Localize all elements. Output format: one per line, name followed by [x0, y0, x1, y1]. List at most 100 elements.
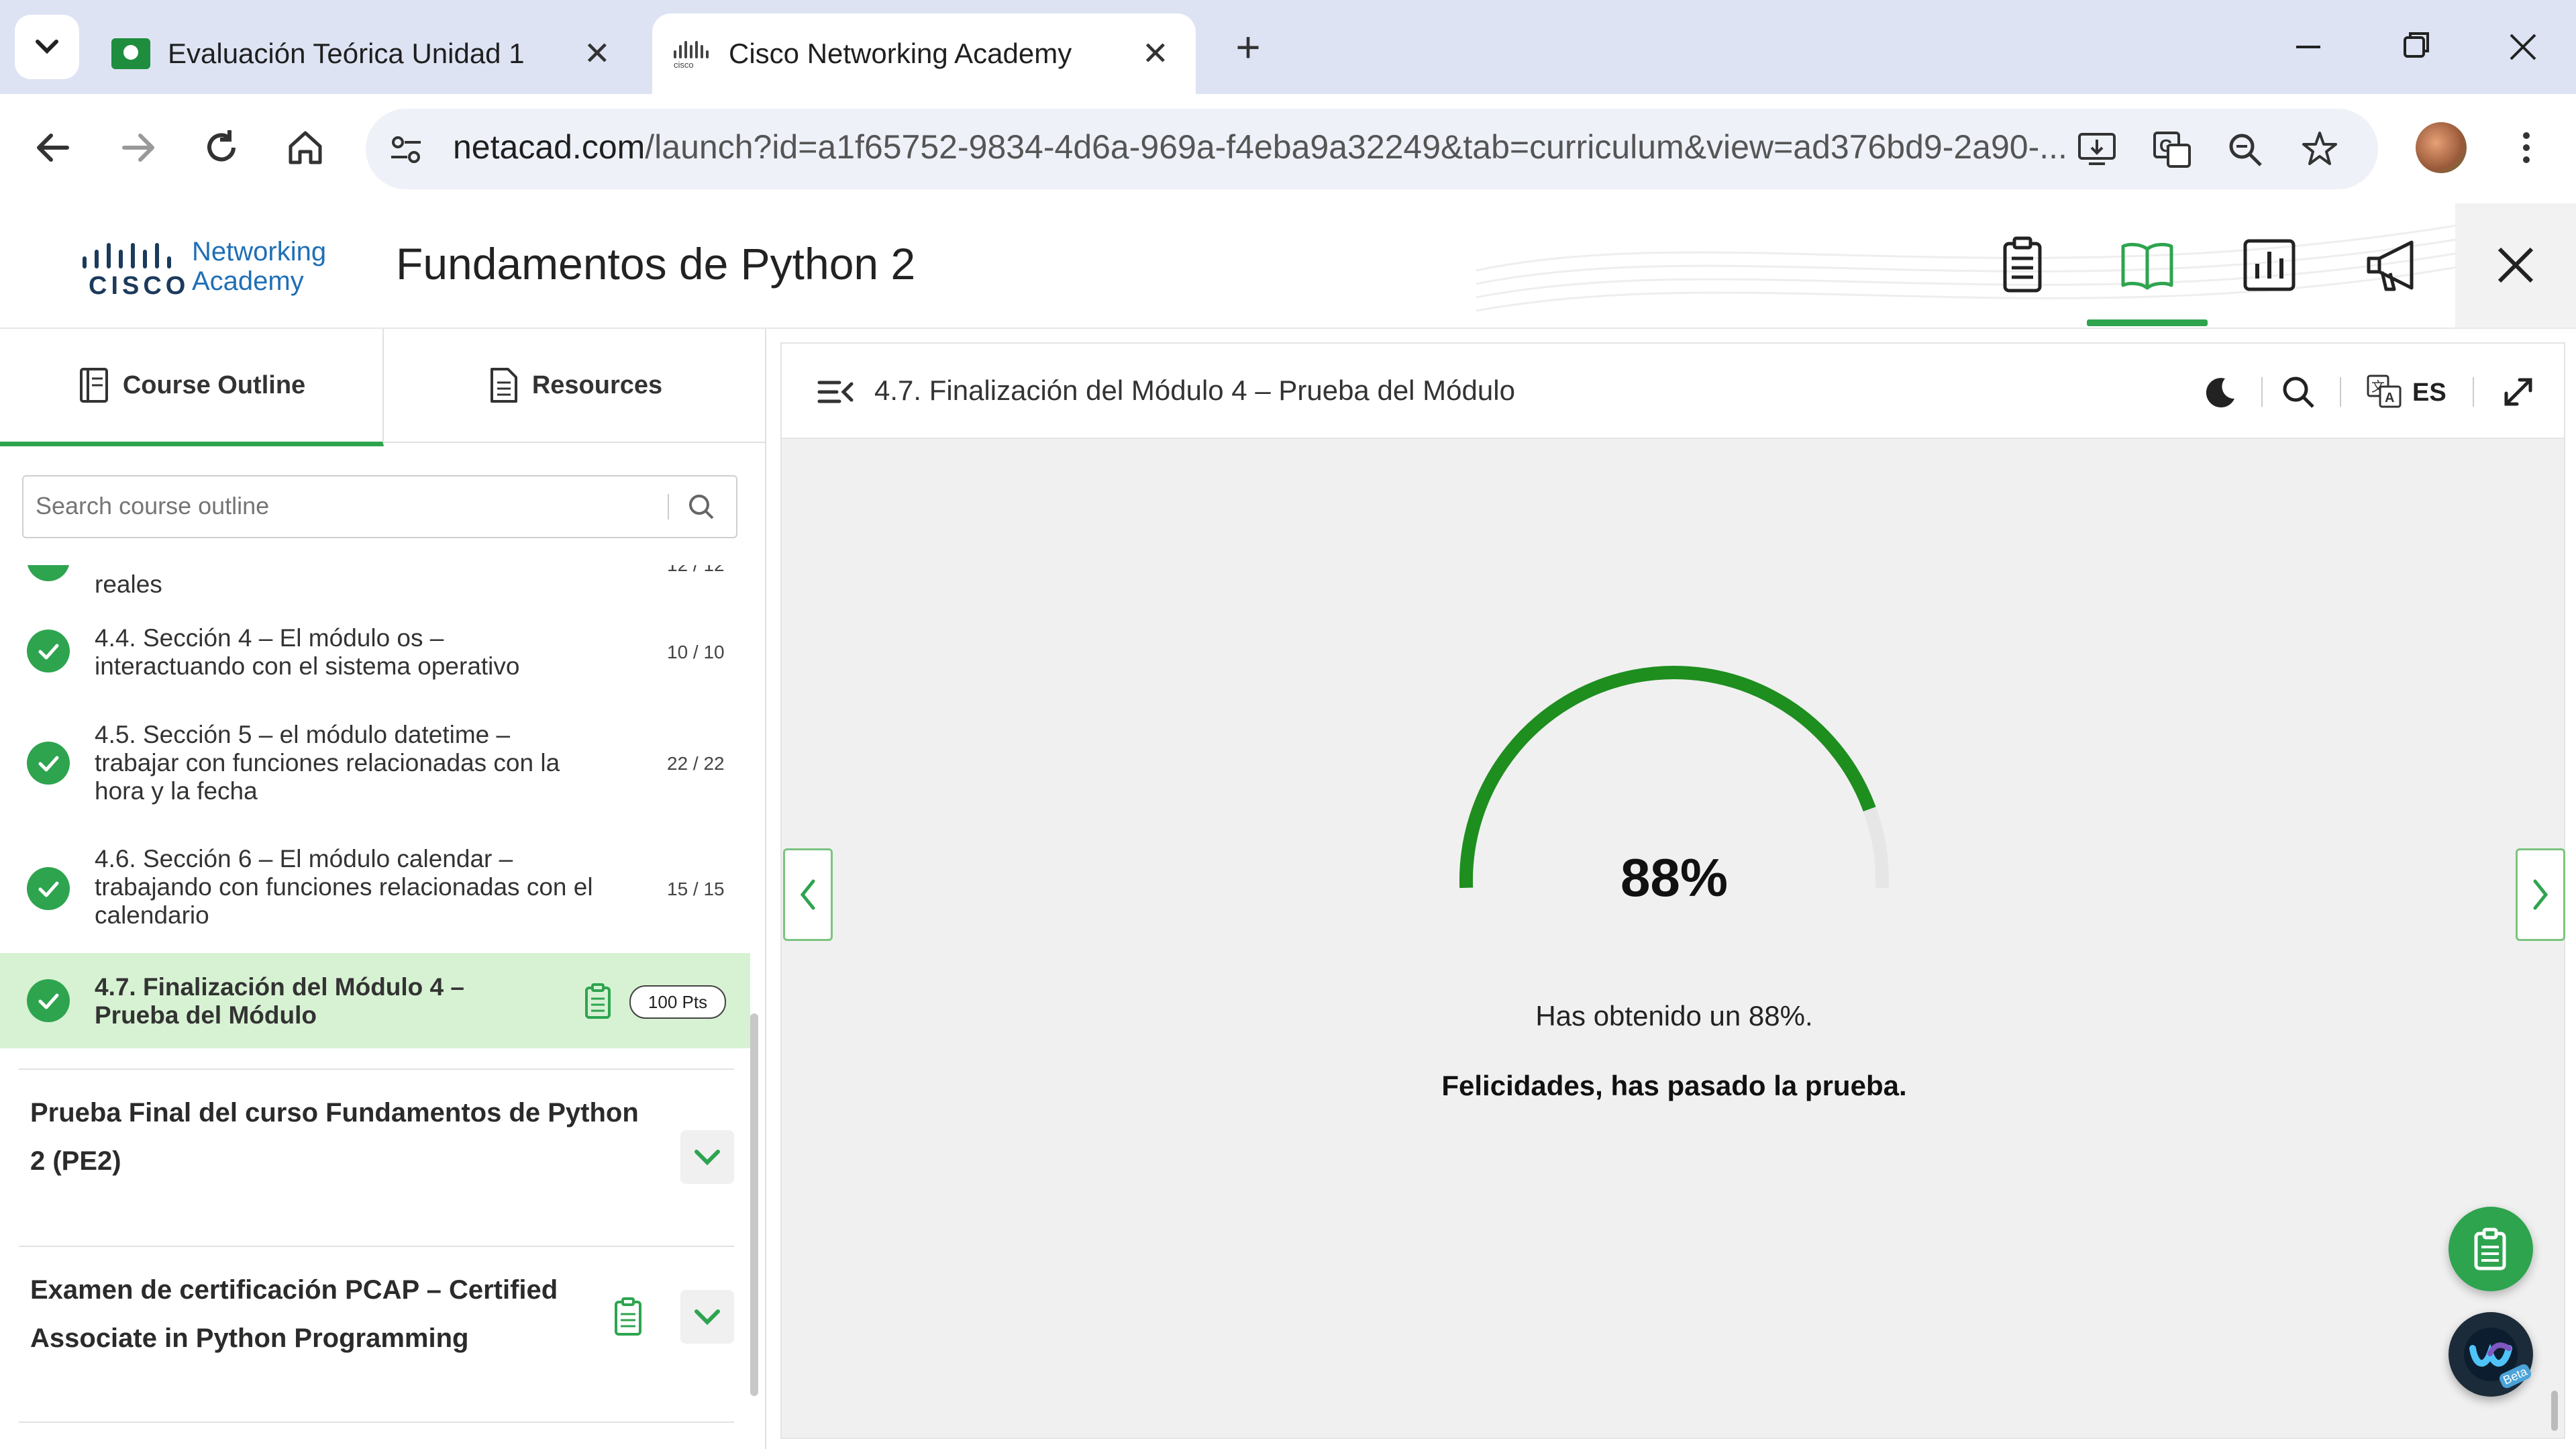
list-item[interactable]: 4.5. Sección 5 – el módulo datetime – tr…	[0, 713, 750, 813]
language-code: ES	[2412, 379, 2446, 407]
back-button[interactable]	[27, 121, 81, 174]
item-label-line: 4.5. Sección 5 – el módulo datetime –	[95, 721, 511, 748]
megaphone-icon[interactable]	[2359, 232, 2426, 299]
section-title-line: Associate in Python Programming	[30, 1323, 469, 1353]
reload-button[interactable]	[195, 121, 248, 174]
section-title-line: Prueba Final del curso Fundamentos de Py…	[30, 1098, 639, 1128]
quiz-fab-button[interactable]	[2449, 1207, 2533, 1291]
item-label-line: 4.6. Sección 6 – El módulo calendar –	[95, 845, 513, 872]
item-label: 4.4. Sección 4 – El módulo os – interact…	[95, 624, 519, 681]
forward-button[interactable]	[111, 121, 164, 174]
close-icon	[2510, 34, 2536, 60]
site-settings-icon[interactable]	[386, 129, 426, 169]
outline-search[interactable]	[22, 475, 737, 538]
list-item-active[interactable]: 4.7. Finalización del Módulo 4 – Prueba …	[0, 953, 750, 1048]
list-item[interactable]: 4.4. Sección 4 – El módulo os – interact…	[0, 613, 750, 687]
close-window-button[interactable]	[2503, 20, 2543, 74]
translate-icon: 文A	[2367, 374, 2402, 408]
next-page-button[interactable]	[2516, 848, 2565, 941]
dark-mode-icon[interactable]	[2201, 373, 2238, 411]
outline-list: reales 12 / 12 4.4. Sección 4 – El módul…	[0, 565, 750, 1449]
course-title: Fundamentos de Python 2	[396, 239, 916, 289]
item-label-line: 4.7. Finalización del Módulo 4 –	[95, 973, 464, 1001]
home-icon	[289, 131, 322, 164]
item-count: 15 / 15	[667, 879, 725, 899]
expand-button[interactable]	[680, 1130, 734, 1184]
item-label-line: 4.4. Sección 4 – El módulo os –	[95, 624, 444, 652]
section-pcap-exam[interactable]: Examen de certificación PCAP – Certified…	[0, 1266, 750, 1400]
item-label-line: trabajando con funciones relacionadas co…	[95, 873, 593, 901]
search-input[interactable]	[34, 489, 668, 523]
language-selector[interactable]: 文A ES	[2365, 373, 2453, 411]
close-course-button[interactable]	[2455, 203, 2576, 328]
score-percent: 88%	[1620, 848, 1729, 907]
check-circle-icon	[27, 630, 70, 672]
content-header: 4.7. Finalización del Módulo 4 – Prueba …	[782, 344, 2564, 439]
book-icon[interactable]	[2114, 232, 2181, 299]
tab-title: Evaluación Teórica Unidad 1	[168, 38, 525, 69]
item-label-line: hora y la fecha	[95, 777, 258, 805]
avatar[interactable]	[2416, 122, 2467, 173]
tab-cisco[interactable]: cisco Cisco Networking Academy ✕	[652, 13, 1196, 94]
logo-networking: Networking	[192, 237, 327, 266]
section-final-exam[interactable]: Prueba Final del curso Fundamentos de Py…	[0, 1089, 750, 1223]
app-header: CISCO Networking Academy Fundamentos de …	[0, 203, 2576, 329]
arrow-right-icon	[122, 134, 154, 162]
tab-title: Cisco Networking Academy	[729, 38, 1072, 69]
tab-course-outline[interactable]: Course Outline	[0, 329, 384, 446]
clipboard-icon	[2474, 1228, 2506, 1270]
sidebar-scrollbar[interactable]	[750, 1013, 758, 1396]
url-text[interactable]: netacad.com/launch?id=a1f65752-9834-4d6a…	[453, 128, 2067, 166]
zoom-icon[interactable]	[2224, 129, 2267, 169]
list-item[interactable]: reales 12 / 12	[0, 565, 750, 603]
tab-resources[interactable]: Resources	[384, 329, 765, 443]
arrow-left-icon	[37, 134, 69, 162]
expand-button[interactable]	[680, 1290, 734, 1344]
item-label: 4.7. Finalización del Módulo 4 – Prueba …	[95, 973, 464, 1030]
check-circle-icon	[27, 742, 70, 785]
address-bar[interactable]: netacad.com/launch?id=a1f65752-9834-4d6a…	[366, 109, 2378, 189]
fullscreen-icon[interactable]	[2500, 373, 2537, 411]
collapse-menu-icon[interactable]	[815, 372, 856, 412]
content-panel: 4.7. Finalización del Módulo 4 – Prueba …	[780, 342, 2565, 1439]
divider	[19, 1068, 734, 1070]
clipboard-icon[interactable]	[1989, 232, 2056, 299]
cisco-logo[interactable]: CISCO Networking Academy	[79, 230, 348, 304]
bookmark-star-icon[interactable]	[2298, 128, 2341, 170]
item-count: 12 / 12	[667, 565, 725, 576]
outline-icon	[79, 368, 108, 403]
chevron-left-icon	[800, 879, 815, 910]
content-title: 4.7. Finalización del Módulo 4 – Prueba …	[874, 374, 1515, 406]
logo-academy: Academy	[192, 266, 304, 296]
home-button[interactable]	[278, 121, 332, 174]
item-label-line: Prueba del Módulo	[95, 1001, 317, 1029]
item-label: reales	[95, 570, 162, 598]
minimize-button[interactable]	[2288, 20, 2328, 74]
google-classroom-icon	[111, 38, 150, 69]
grades-chart-icon[interactable]	[2236, 232, 2303, 299]
assistant-fab-button[interactable]: Beta	[2449, 1312, 2533, 1397]
item-label-line: interactuando con el sistema operativo	[95, 652, 520, 680]
browser-tab-bar: Evaluación Teórica Unidad 1 ✕ cisco Cisc…	[0, 0, 2576, 94]
close-icon[interactable]: ✕	[584, 35, 611, 72]
previous-page-button[interactable]	[783, 848, 833, 941]
translate-icon[interactable]: G	[2151, 129, 2194, 169]
header-divider	[2261, 377, 2263, 407]
search-icon[interactable]	[684, 490, 718, 523]
content-scrollbar[interactable]	[2551, 1391, 2558, 1431]
browser-menu-button[interactable]	[2510, 121, 2543, 174]
restore-button[interactable]	[2395, 20, 2436, 74]
new-tab-button[interactable]: +	[1221, 20, 1275, 74]
close-icon[interactable]: ✕	[1142, 35, 1169, 72]
check-circle-icon	[27, 979, 70, 1022]
chevron-down-icon	[694, 1309, 720, 1326]
tab-label: Resources	[531, 370, 663, 399]
quiz-clipboard-icon	[585, 983, 611, 1019]
search-icon[interactable]	[2278, 372, 2318, 412]
list-item[interactable]: 4.6. Sección 6 – El módulo calendar – tr…	[0, 837, 750, 938]
install-app-icon[interactable]	[2075, 129, 2118, 169]
url-path: /launch?id=a1f65752-9834-4d6a-969a-f4eba…	[645, 128, 2067, 166]
tab-search-button[interactable]	[15, 15, 79, 79]
active-nav-indicator	[2087, 319, 2208, 326]
tab-evaluacion[interactable]: Evaluación Teórica Unidad 1 ✕	[94, 13, 637, 94]
